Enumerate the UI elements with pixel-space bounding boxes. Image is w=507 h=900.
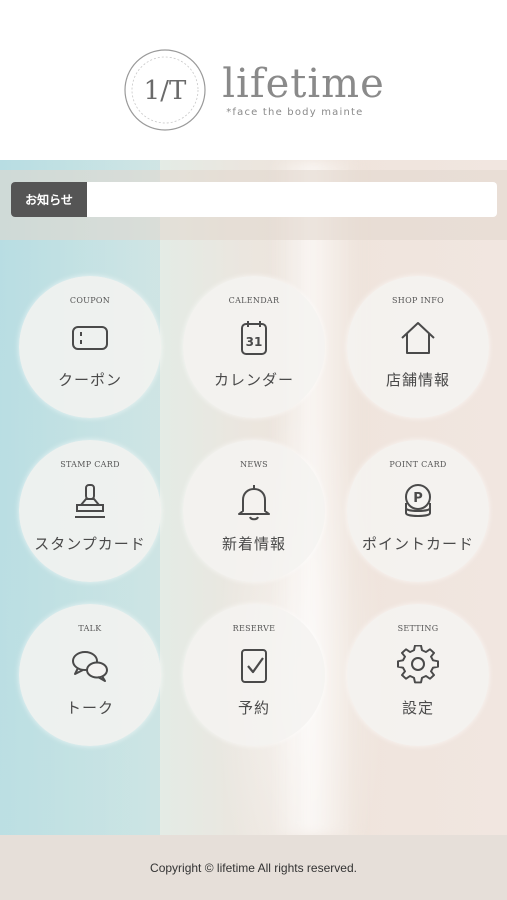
house-icon	[401, 322, 435, 354]
menu-coupon-button[interactable]: COUPON クーポン	[19, 276, 161, 418]
chat-bubbles-icon	[72, 651, 108, 682]
stamp-icon	[75, 484, 105, 518]
menu-shop-info-button[interactable]: SHOP INFO 店舗情報	[347, 276, 489, 418]
menu-news-label: 新着情報	[221, 535, 286, 553]
menu-news-en-label: NEWS	[240, 460, 268, 469]
menu-talk-button[interactable]: TALK トーク	[19, 604, 161, 746]
coins-icon-letter: P	[413, 491, 423, 506]
menu-news-button[interactable]: NEWS 新着情報	[183, 440, 325, 582]
menu-setting-en-label: SETTING	[397, 624, 439, 633]
logo-seal-icon: 1/T	[124, 49, 206, 131]
menu-stamp-card-button[interactable]: STAMP CARD スタンプカード	[19, 440, 161, 582]
menu-setting-label: 設定	[401, 699, 434, 717]
calendar-icon-number: 31	[246, 335, 263, 349]
menu-point-card-button[interactable]: POINT CARD P ポイントカード	[347, 440, 489, 582]
coins-icon: P	[405, 484, 431, 517]
gear-icon	[397, 645, 439, 684]
logo-seal-text: 1/T	[144, 76, 187, 106]
menu-calendar-en-label: CALENDAR	[228, 296, 280, 305]
checklist-icon	[241, 649, 267, 683]
menu-reserve-en-label: RESERVE	[232, 624, 276, 633]
menu-reserve-label: 予約	[237, 699, 270, 717]
notice-bar[interactable]: お知らせ	[11, 182, 497, 217]
menu-setting-button[interactable]: SETTING 設定	[347, 604, 489, 746]
menu-stamp-card-en-label: STAMP CARD	[60, 460, 120, 469]
logo-tagline: *face the body mainte	[226, 106, 364, 118]
app-header: 1/T lifetime *face the body mainte	[0, 0, 507, 160]
menu-coupon-en-label: COUPON	[69, 296, 111, 305]
logo-wordmark: lifetime	[222, 60, 385, 107]
menu-point-card-en-label: POINT CARD	[389, 460, 447, 469]
menu-talk-label: トーク	[65, 699, 114, 717]
brand-logo[interactable]: 1/T lifetime *face the body mainte	[122, 47, 385, 133]
menu-calendar-label: カレンダー	[213, 371, 294, 389]
menu-stamp-card-label: スタンプカード	[34, 535, 146, 553]
app-footer: Copyright © lifetime All rights reserved…	[0, 835, 507, 900]
bell-icon	[238, 485, 270, 521]
menu-calendar-button[interactable]: CALENDAR 31 カレンダー	[183, 276, 325, 418]
notice-label: お知らせ	[11, 182, 87, 217]
menu-coupon-label: クーポン	[57, 371, 122, 389]
calendar-icon: 31	[241, 321, 267, 355]
menu-talk-en-label: TALK	[78, 624, 102, 633]
notice-text	[87, 182, 497, 217]
menu-reserve-button[interactable]: RESERVE 予約	[183, 604, 325, 746]
copyright-text: Copyright © lifetime All rights reserved…	[150, 860, 357, 875]
menu-shop-info-en-label: SHOP INFO	[392, 296, 444, 305]
menu-point-card-label: ポイントカード	[361, 535, 474, 553]
menu-shop-info-label: 店舗情報	[385, 371, 450, 389]
coupon-icon	[72, 326, 108, 350]
